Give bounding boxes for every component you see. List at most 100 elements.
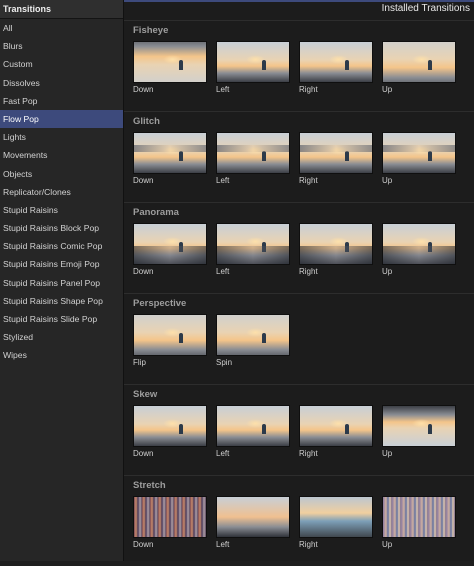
sidebar-item-stupid-raisins-emoji-pop[interactable]: Stupid Raisins Emoji Pop <box>0 255 123 273</box>
transition-skew-down[interactable]: Down <box>133 405 207 461</box>
person-figure <box>427 423 432 434</box>
transition-label: Left <box>216 267 230 276</box>
sidebar-item-stupid-raisins-shape-pop[interactable]: Stupid Raisins Shape Pop <box>0 292 123 310</box>
transition-label: Flip <box>133 358 146 367</box>
transition-thumbnail <box>299 41 373 83</box>
transition-panorama-right[interactable]: Right <box>299 223 373 279</box>
transition-label: Down <box>133 540 154 549</box>
sidebar-item-stylized[interactable]: Stylized <box>0 328 123 346</box>
transition-thumbnail <box>299 405 373 447</box>
sidebar-item-stupid-raisins-block-pop[interactable]: Stupid Raisins Block Pop <box>0 219 123 237</box>
transition-label: Spin <box>216 358 233 367</box>
transition-label: Up <box>382 267 393 276</box>
person-figure <box>261 332 266 343</box>
transition-perspective-spin[interactable]: Spin <box>216 314 290 370</box>
person-figure <box>261 59 266 70</box>
transition-thumbnail <box>133 223 207 265</box>
transition-label: Left <box>216 85 230 94</box>
transition-label: Up <box>382 540 393 549</box>
transition-panorama-left[interactable]: Left <box>216 223 290 279</box>
transition-label: Down <box>133 176 154 185</box>
section-perspective: Perspective Flip Spin <box>124 293 474 384</box>
sidebar-item-flow-pop[interactable]: Flow Pop <box>0 109 123 129</box>
sidebar-item-stupid-raisins-panel-pop[interactable]: Stupid Raisins Panel Pop <box>0 274 123 292</box>
transition-label: Down <box>133 449 154 458</box>
sidebar-item-custom[interactable]: Custom <box>0 55 123 73</box>
transition-thumbnail <box>216 496 290 538</box>
section-title: Skew <box>133 389 158 400</box>
section-title: Glitch <box>133 116 160 127</box>
transition-label: Right <box>299 85 318 94</box>
sidebar-item-stupid-raisins-comic-pop[interactable]: Stupid Raisins Comic Pop <box>0 237 123 255</box>
transition-skew-left[interactable]: Left <box>216 405 290 461</box>
transition-label: Up <box>382 85 393 94</box>
transition-thumbnail <box>216 132 290 174</box>
transition-thumbnail <box>216 314 290 356</box>
sidebar-item-objects[interactable]: Objects <box>0 165 123 183</box>
transition-fisheye-right[interactable]: Right <box>299 41 373 97</box>
transition-label: Right <box>299 449 318 458</box>
transition-thumbnail <box>382 132 456 174</box>
sidebar-item-blurs[interactable]: Blurs <box>0 37 123 55</box>
sidebar-header: Transitions <box>0 0 123 19</box>
transition-label: Left <box>216 449 230 458</box>
transition-thumbnail <box>382 41 456 83</box>
sidebar-item-all[interactable]: All <box>0 19 123 37</box>
section-panorama: Panorama Down Left Right Up <box>124 202 474 293</box>
transition-thumbnail <box>299 223 373 265</box>
transition-label: Right <box>299 176 318 185</box>
transition-fisheye-down[interactable]: Down <box>133 41 207 97</box>
transition-thumbnail <box>133 132 207 174</box>
transition-glitch-left[interactable]: Left <box>216 132 290 188</box>
sidebar-item-replicator-clones[interactable]: Replicator/Clones <box>0 183 123 201</box>
transition-glitch-down[interactable]: Down <box>133 132 207 188</box>
section-stretch: Stretch Down Left Right Up <box>124 475 474 566</box>
sidebar-list: All Blurs Custom Dissolves Fast Pop Flow Pop L… <box>0 19 123 365</box>
transition-panorama-up[interactable]: Up <box>382 223 456 279</box>
person-figure <box>178 423 183 434</box>
transition-skew-right[interactable]: Right <box>299 405 373 461</box>
transition-stretch-up[interactable]: Up <box>382 496 456 552</box>
transition-label: Down <box>133 267 154 276</box>
transition-skew-up[interactable]: Up <box>382 405 456 461</box>
transition-stretch-left[interactable]: Left <box>216 496 290 552</box>
transition-thumbnail <box>133 405 207 447</box>
sidebar-item-lights[interactable]: Lights <box>0 128 123 146</box>
sidebar-item-stupid-raisins-slide-pop[interactable]: Stupid Raisins Slide Pop <box>0 310 123 328</box>
transition-label: Down <box>133 85 154 94</box>
transition-label: Left <box>216 540 230 549</box>
transition-label: Right <box>299 540 318 549</box>
person-figure <box>344 59 349 70</box>
section-fisheye: Fisheye Down Left Right Up <box>124 20 474 111</box>
transition-perspective-flip[interactable]: Flip <box>133 314 207 370</box>
transition-thumbnail <box>299 132 373 174</box>
transition-glitch-right[interactable]: Right <box>299 132 373 188</box>
person-figure <box>344 423 349 434</box>
transition-fisheye-up[interactable]: Up <box>382 41 456 97</box>
section-title: Stretch <box>133 480 166 491</box>
transition-stretch-right[interactable]: Right <box>299 496 373 552</box>
transition-stretch-down[interactable]: Down <box>133 496 207 552</box>
section-skew: Skew Down Left Right Up <box>124 384 474 475</box>
sidebar-item-stupid-raisins[interactable]: Stupid Raisins <box>0 201 123 219</box>
transition-label: Right <box>299 267 318 276</box>
section-title: Panorama <box>133 207 179 218</box>
transition-thumbnail <box>133 41 207 83</box>
transition-thumbnail <box>216 223 290 265</box>
transition-glitch-up[interactable]: Up <box>382 132 456 188</box>
section-title: Perspective <box>133 298 187 309</box>
sidebar-item-fast-pop[interactable]: Fast Pop <box>0 92 123 110</box>
sidebar-item-movements[interactable]: Movements <box>0 146 123 164</box>
transition-label: Up <box>382 176 393 185</box>
transition-thumbnail <box>216 405 290 447</box>
transition-label: Up <box>382 449 393 458</box>
transition-thumbnail <box>382 223 456 265</box>
sidebar-item-wipes[interactable]: Wipes <box>0 346 123 364</box>
section-glitch: Glitch Down Left Right Up <box>124 111 474 202</box>
transitions-sidebar: Transitions All Blurs Custom Dissolves Fast … <box>0 0 124 561</box>
sidebar-item-dissolves[interactable]: Dissolves <box>0 74 123 92</box>
transition-thumbnail <box>133 314 207 356</box>
transition-label: Left <box>216 176 230 185</box>
transition-fisheye-left[interactable]: Left <box>216 41 290 97</box>
transition-panorama-down[interactable]: Down <box>133 223 207 279</box>
